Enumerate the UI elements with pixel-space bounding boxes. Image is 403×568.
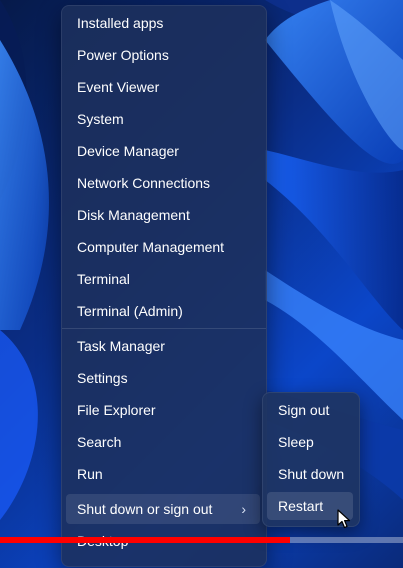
menu-item-run[interactable]: Run [66,459,260,489]
menu-item-power-options[interactable]: Power Options [66,40,260,70]
video-progress-bar[interactable] [0,537,403,543]
menu-divider [62,328,266,329]
menu-item-disk-management[interactable]: Disk Management [66,200,260,230]
menu-item-shut-down-or-sign-out[interactable]: Shut down or sign out › [66,494,260,524]
menu-item-device-manager[interactable]: Device Manager [66,136,260,166]
menu-item-network-connections[interactable]: Network Connections [66,168,260,198]
shutdown-submenu: Sign out Sleep Shut down Restart [262,392,360,527]
menu-item-computer-management[interactable]: Computer Management [66,232,260,262]
menu-item-terminal-admin[interactable]: Terminal (Admin) [66,296,260,326]
menu-item-installed-apps[interactable]: Installed apps [66,8,260,38]
menu-item-search[interactable]: Search [66,427,260,457]
submenu-item-shut-down[interactable]: Shut down [267,460,353,488]
video-progress-fill [0,537,291,543]
chevron-right-icon: › [241,501,246,517]
menu-item-settings[interactable]: Settings [66,363,260,393]
menu-item-file-explorer[interactable]: File Explorer [66,395,260,425]
menu-item-task-manager[interactable]: Task Manager [66,331,260,361]
submenu-item-sleep[interactable]: Sleep [267,428,353,456]
submenu-item-sign-out[interactable]: Sign out [267,396,353,424]
menu-item-event-viewer[interactable]: Event Viewer [66,72,260,102]
menu-item-terminal[interactable]: Terminal [66,264,260,294]
menu-item-label: Shut down or sign out [77,501,213,517]
winx-context-menu: Installed apps Power Options Event Viewe… [61,5,267,567]
menu-item-system[interactable]: System [66,104,260,134]
mouse-pointer-icon [337,509,351,534]
